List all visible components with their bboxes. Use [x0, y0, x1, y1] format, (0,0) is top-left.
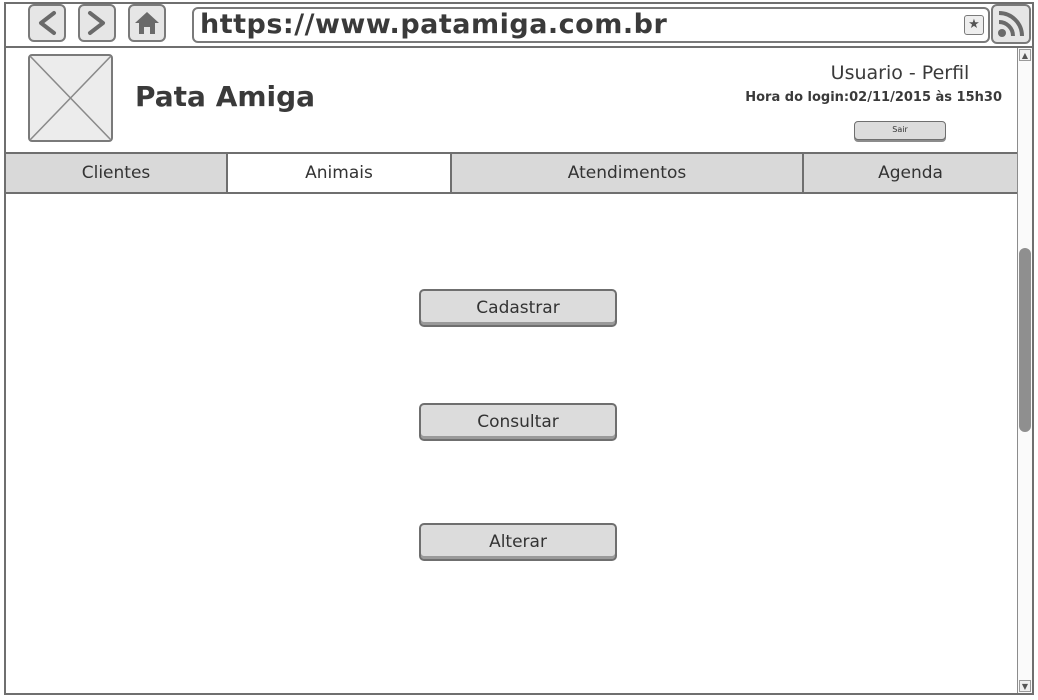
login-time-label: Hora do login:02/11/2015 às 15h30: [745, 90, 1002, 105]
url-text: https://www.patamiga.com.br: [200, 9, 668, 40]
tab-agenda[interactable]: Agenda: [804, 154, 1017, 192]
scroll-down-icon[interactable]: ▼: [1019, 680, 1031, 692]
address-bar[interactable]: https://www.patamiga.com.br ★: [192, 7, 990, 43]
rss-button[interactable]: [991, 4, 1031, 44]
back-button[interactable]: [28, 4, 66, 42]
register-button[interactable]: Cadastrar: [419, 289, 617, 327]
user-profile-label[interactable]: Usuario - Perfil: [790, 62, 1010, 84]
rss-icon: [998, 11, 1024, 37]
back-arrow-icon: [39, 11, 56, 35]
image-placeholder-icon: [29, 55, 112, 141]
main-tabs: Clientes Animais Atendimentos Agenda: [6, 152, 1017, 194]
home-button[interactable]: [128, 4, 166, 42]
tab-atendimentos[interactable]: Atendimentos: [452, 154, 804, 192]
forward-arrow-icon: [88, 11, 105, 35]
site-title: Pata Amiga: [135, 80, 316, 113]
toolbar-divider: [6, 46, 1032, 48]
scroll-up-icon[interactable]: ▲: [1019, 49, 1031, 61]
forward-button[interactable]: [78, 4, 116, 42]
edit-button[interactable]: Alterar: [419, 523, 617, 561]
tab-clientes[interactable]: Clientes: [6, 154, 228, 192]
vertical-scrollbar[interactable]: ▲ ▼: [1017, 48, 1032, 693]
home-icon: [135, 12, 159, 34]
star-icon[interactable]: ★: [964, 15, 984, 35]
scroll-thumb[interactable]: [1019, 248, 1031, 432]
search-button[interactable]: Consultar: [419, 403, 617, 441]
tab-animais[interactable]: Animais: [228, 154, 452, 192]
logo-placeholder-image: [28, 54, 113, 142]
logout-button[interactable]: Sair: [854, 121, 946, 140]
